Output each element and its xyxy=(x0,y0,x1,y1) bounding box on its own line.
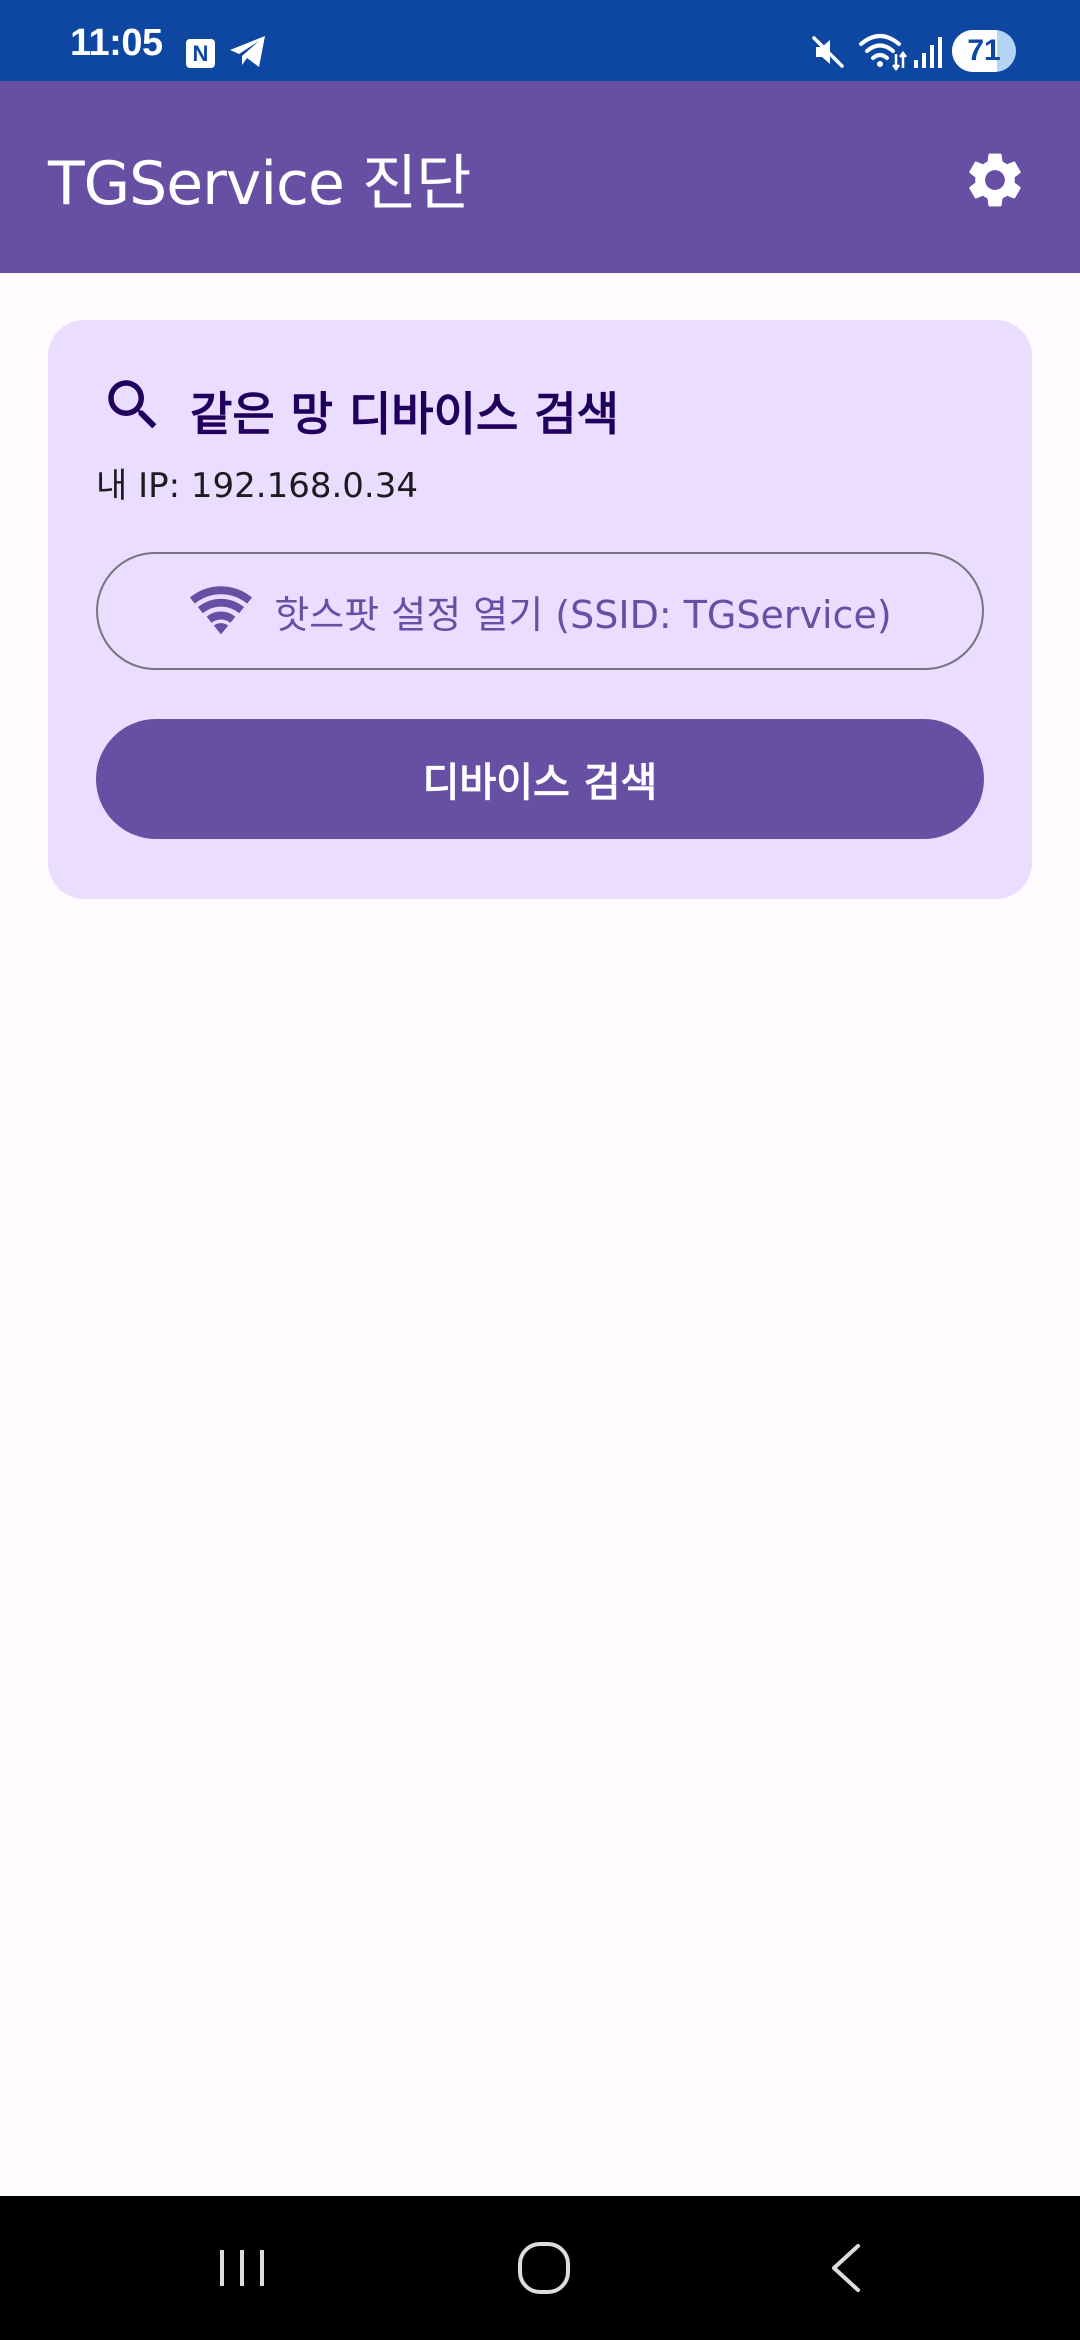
battery-level: 71 xyxy=(967,34,1001,67)
system-nav-bar xyxy=(0,2196,1080,2340)
hotspot-button-label: 핫스팟 설정 열기 (SSID: TGService) xyxy=(274,592,892,637)
telegram-icon xyxy=(230,36,265,67)
scan-button-label: 디바이스 검색 xyxy=(422,760,658,806)
status-time: 11:05 xyxy=(70,22,163,64)
battery-indicator: 71 xyxy=(952,30,1016,72)
card-title: 같은 망 디바이스 검색 xyxy=(190,387,619,441)
scan-devices-button[interactable]: 디바이스 검색 xyxy=(96,719,984,839)
home-icon[interactable] xyxy=(514,2238,574,2298)
wifi-icon xyxy=(859,34,907,72)
my-ip-label: 내 IP: 192.168.0.34 xyxy=(96,466,418,506)
open-hotspot-settings-button[interactable]: 핫스팟 설정 열기 (SSID: TGService) xyxy=(96,552,984,670)
wifi-icon xyxy=(190,586,253,635)
recents-icon[interactable] xyxy=(212,2238,272,2298)
search-icon xyxy=(108,380,157,429)
device-search-card: 같은 망 디바이스 검색 내 IP: 192.168.0.34 핫스팟 설정 열… xyxy=(48,320,1032,899)
mute-icon xyxy=(812,36,844,68)
app-title: TGService 진단 xyxy=(48,149,471,219)
back-icon[interactable] xyxy=(818,2238,878,2298)
app-bar: TGService 진단 xyxy=(0,81,1080,273)
status-bar: 11:05 N 71 xyxy=(0,0,1080,81)
n-notification-icon: N xyxy=(186,39,215,68)
gear-icon[interactable] xyxy=(962,147,1028,213)
signal-icon xyxy=(914,37,942,68)
